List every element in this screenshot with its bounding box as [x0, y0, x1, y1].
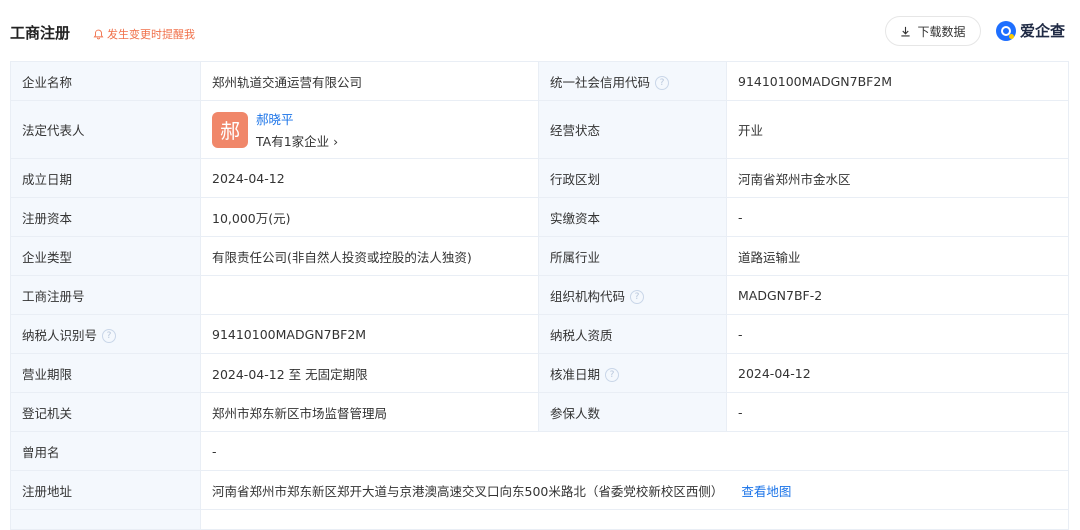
section-title: 工商注册	[10, 24, 71, 42]
download-icon	[901, 26, 911, 36]
table-row: 企业类型 有限责任公司(非自然人投资或控股的法人独资) 所属行业 道路运输业	[10, 236, 1069, 276]
label-former-name: 曾用名	[10, 431, 201, 471]
value-found-date: 2024-04-12	[200, 158, 539, 198]
bell-icon	[93, 29, 104, 39]
label-company-name: 企业名称	[10, 61, 201, 101]
address-text: 河南省郑州市郑东新区郑开大道与京港澳高速交叉口向东500米路北（省委党校新校区西…	[212, 483, 724, 499]
value-credit-code: 91410100MADGN7BF2M	[726, 61, 1069, 101]
value-legal-rep: 郝 郝晓平 TA有1家企业 ›	[200, 100, 539, 159]
value-tax-id: 91410100MADGN7BF2M	[200, 314, 539, 354]
help-icon[interactable]: ?	[605, 368, 620, 382]
view-map-link[interactable]: 查看地图	[741, 484, 791, 499]
label-reg-address: 注册地址	[10, 470, 201, 510]
table-row: 工商注册号 组织机构代码? MADGN7BF-2	[10, 275, 1069, 315]
brand-logo: 爱企查	[996, 20, 1065, 41]
label-authority: 登记机关	[10, 392, 201, 432]
label-insured-count: 参保人数	[538, 392, 727, 432]
table-row: 曾用名 -	[10, 431, 1069, 471]
section-header: 工商注册 发生变更时提醒我 下载数据 爱企查	[0, 0, 1080, 64]
table-row: 营业期限 2024-04-12 至 无固定期限 核准日期? 2024-04-12	[10, 353, 1069, 393]
value-reg-address: 河南省郑州市郑东新区郑开大道与京港澳高速交叉口向东500米路北（省委党校新校区西…	[200, 470, 1069, 510]
table-row: 企业名称 郑州轨道交通运营有限公司 统一社会信用代码? 91410100MADG…	[10, 61, 1069, 101]
brand-mark-icon	[996, 20, 1016, 41]
value-industry: 道路运输业	[726, 236, 1069, 276]
label-region: 行政区划	[538, 158, 727, 198]
label-org-code: 组织机构代码?	[538, 275, 727, 315]
avatar[interactable]: 郝	[212, 111, 248, 148]
label-reg-capital: 注册资本	[10, 197, 201, 237]
change-remind-link[interactable]: 发生变更时提醒我	[93, 26, 195, 42]
registration-table: 企业名称 郑州轨道交通运营有限公司 统一社会信用代码? 91410100MADG…	[10, 61, 1069, 530]
label-credit-code: 统一社会信用代码?	[538, 61, 727, 101]
download-button[interactable]: 下载数据	[885, 16, 981, 46]
value-approval-date: 2024-04-12	[726, 353, 1069, 393]
table-row: 纳税人识别号? 91410100MADGN7BF2M 纳税人资质 -	[10, 314, 1069, 354]
label-status: 经营状态	[538, 100, 727, 159]
label-approval-date: 核准日期?	[538, 353, 727, 393]
value-insured-count: -	[726, 392, 1069, 432]
label-industry: 所属行业	[538, 236, 727, 276]
value-taxpayer-qual: -	[726, 314, 1069, 354]
table-row: 登记机关 郑州市郑东新区市场监督管理局 参保人数 -	[10, 392, 1069, 432]
value-status: 开业	[726, 100, 1069, 159]
label-business-term: 营业期限	[10, 353, 201, 393]
value-paid-capital: -	[726, 197, 1069, 237]
value-authority: 郑州市郑东新区市场监督管理局	[200, 392, 539, 432]
remind-label: 发生变更时提醒我	[107, 28, 195, 41]
label-legal-rep: 法定代表人	[10, 100, 201, 159]
label-found-date: 成立日期	[10, 158, 201, 198]
table-row: 法定代表人 郝 郝晓平 TA有1家企业 › 经营状态 开业	[10, 100, 1069, 159]
value-business-term: 2024-04-12 至 无固定期限	[200, 353, 539, 393]
table-row: 注册资本 10,000万(元) 实缴资本 -	[10, 197, 1069, 237]
label-taxpayer-qual: 纳税人资质	[538, 314, 727, 354]
help-icon[interactable]: ?	[102, 329, 117, 343]
help-icon[interactable]: ?	[655, 76, 670, 90]
download-label: 下载数据	[917, 24, 966, 39]
value-org-code: MADGN7BF-2	[726, 275, 1069, 315]
value-reg-capital: 10,000万(元)	[200, 197, 539, 237]
table-row: 注册地址 河南省郑州市郑东新区郑开大道与京港澳高速交叉口向东500米路北（省委党…	[10, 470, 1069, 510]
legal-rep-companies-link[interactable]: TA有1家企业 ›	[256, 131, 338, 150]
value-company-type: 有限责任公司(非自然人投资或控股的法人独资)	[200, 236, 539, 276]
label-reg-number: 工商注册号	[10, 275, 201, 315]
value-former-name: -	[200, 431, 1069, 471]
table-row: 成立日期 2024-04-12 行政区划 河南省郑州市金水区	[10, 158, 1069, 198]
brand-name: 爱企查	[1020, 22, 1066, 40]
help-icon[interactable]: ?	[630, 290, 645, 304]
legal-rep-name-link[interactable]: 郝晓平	[256, 109, 338, 128]
label-tax-id: 纳税人识别号?	[10, 314, 201, 354]
value-region: 河南省郑州市金水区	[726, 158, 1069, 198]
value-company-name: 郑州轨道交通运营有限公司	[200, 61, 539, 101]
label-paid-capital: 实缴资本	[538, 197, 727, 237]
value-reg-number	[200, 275, 539, 315]
label-company-type: 企业类型	[10, 236, 201, 276]
